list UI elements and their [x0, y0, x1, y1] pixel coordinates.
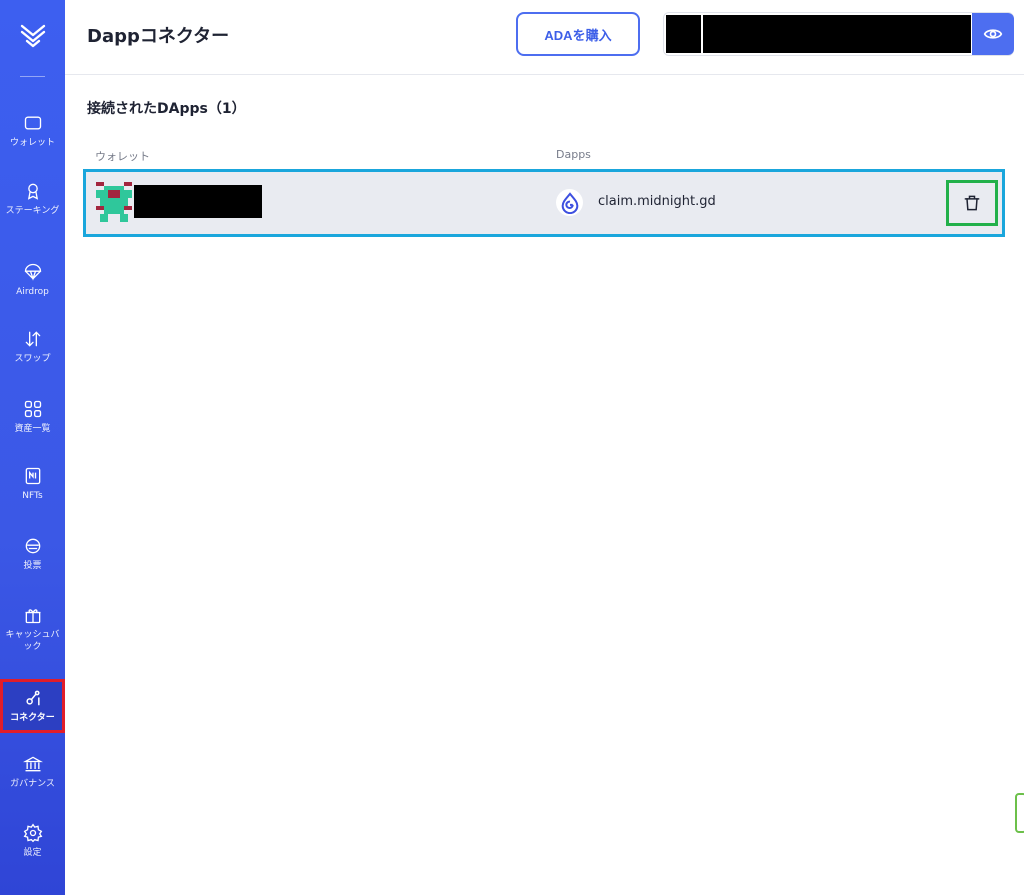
column-header-dapps: Dapps	[556, 148, 591, 161]
award-icon	[27, 183, 38, 200]
sidebar-item-wallet[interactable]: ウォレット	[0, 113, 65, 149]
sidebar-item-label: スワップ	[14, 354, 51, 364]
sidebar-item-label: 設定	[23, 848, 42, 858]
gift-icon	[25, 609, 40, 624]
sidebar-divider	[20, 76, 45, 77]
sidebar-item-vote[interactable]: 投票	[0, 536, 65, 572]
connector-icon	[25, 690, 40, 706]
page-title: Dappコネクター	[87, 26, 230, 47]
redacted-block	[666, 15, 701, 53]
sidebar-item-connector[interactable]: コネクター	[0, 679, 65, 733]
wallet-avatar	[96, 182, 132, 222]
sidebar-item-label: キャッシュバック	[5, 630, 60, 652]
wallet-icon	[24, 116, 41, 130]
sidebar-item-label: ウォレット	[9, 138, 55, 148]
wallet-address-field[interactable]	[663, 12, 1014, 56]
gear-icon	[23, 823, 42, 843]
sidebar-item-settings[interactable]: 設定	[0, 823, 65, 859]
sidebar-item-label: 資産一覧	[14, 424, 51, 434]
redacted-wallet-name	[134, 185, 262, 218]
sidebar-item-label: 投票	[23, 561, 42, 571]
sidebar-item-assets[interactable]: 資産一覧	[0, 399, 65, 435]
redacted-block	[703, 15, 971, 53]
sidebar-item-swap[interactable]: スワップ	[0, 329, 65, 365]
floating-helper-widget[interactable]	[1015, 793, 1024, 833]
bank-icon	[22, 756, 43, 772]
section-title: 接続されたDApps（1）	[87, 101, 246, 117]
dapp-url: claim.midnight.gd	[598, 194, 716, 209]
sidebar: ウォレット ステーキング Airdrop スワップ 資産一覧 NFTs 投票 キ…	[0, 0, 65, 895]
sidebar-item-airdrop[interactable]: Airdrop	[0, 262, 65, 298]
dapp-logo-icon	[556, 189, 583, 216]
trash-icon	[964, 195, 980, 211]
sidebar-item-label: ガバナンス	[10, 779, 55, 789]
nft-icon	[25, 467, 40, 485]
table-row: claim.midnight.gd	[83, 169, 1005, 237]
sidebar-item-label: Airdrop	[16, 287, 49, 297]
sidebar-item-label: コネクター	[10, 713, 55, 723]
sidebar-item-nfts[interactable]: NFTs	[0, 466, 65, 502]
app-logo-icon[interactable]	[18, 20, 48, 50]
disconnect-dapp-button[interactable]	[946, 180, 998, 226]
column-header-wallet: ウォレット	[95, 150, 150, 163]
grid-icon	[24, 400, 41, 418]
buy-ada-button[interactable]: ADAを購入	[516, 12, 640, 56]
sidebar-item-label: NFTs	[22, 491, 43, 501]
swap-arrows-icon	[25, 331, 40, 347]
vote-icon	[25, 538, 40, 554]
top-header: Dappコネクター ADAを購入	[65, 0, 1024, 75]
sidebar-item-label: ステーキング	[5, 206, 60, 216]
sidebar-item-governance[interactable]: ガバナンス	[0, 754, 65, 790]
sidebar-item-cashback[interactable]: キャッシュバック	[0, 605, 65, 653]
parachute-icon	[24, 263, 41, 281]
eye-icon	[983, 29, 1003, 39]
sidebar-item-staking[interactable]: ステーキング	[0, 181, 65, 217]
show-address-button[interactable]	[972, 13, 1014, 55]
